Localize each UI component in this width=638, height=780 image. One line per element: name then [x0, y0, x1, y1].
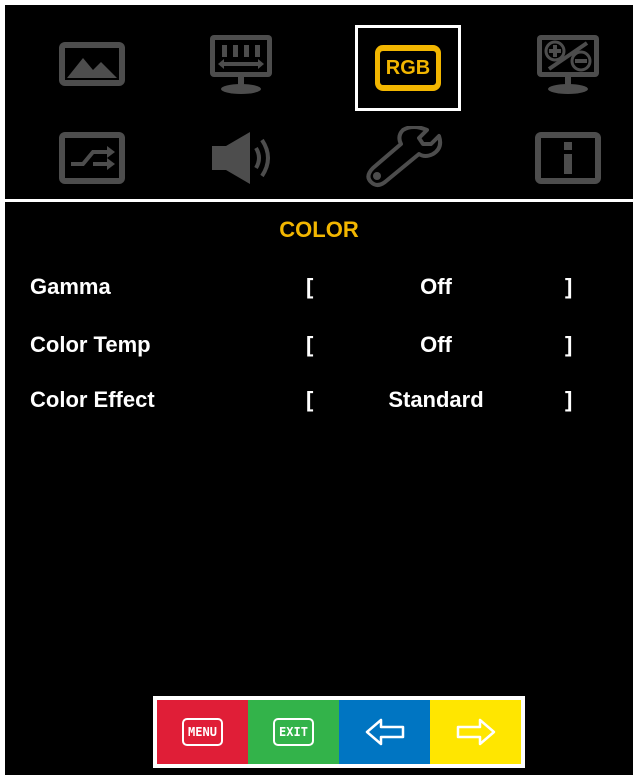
close-bracket: ]	[565, 332, 573, 357]
pip-icon	[537, 35, 599, 94]
osd-screen: RGB COLOR Gamma [Off] Color Temp [Off…	[5, 5, 633, 775]
tab-input-source[interactable]	[49, 123, 135, 193]
exit-button[interactable]: EXIT	[248, 700, 339, 764]
menu-button[interactable]: MENU	[157, 700, 248, 764]
picture-icon	[59, 42, 125, 86]
rgb-icon: RGB	[375, 45, 441, 91]
nav-button-bar: MENU EXIT	[153, 696, 525, 768]
tab-picture[interactable]	[49, 29, 135, 99]
input-source-icon	[59, 132, 125, 184]
setting-row-color-temp[interactable]: Color Temp [ Off ]	[5, 332, 633, 364]
audio-icon	[212, 132, 270, 184]
open-bracket: [	[306, 332, 314, 357]
open-bracket: [	[306, 274, 314, 299]
rgb-icon-label: RGB	[379, 51, 437, 85]
info-icon	[535, 132, 601, 184]
setting-value[interactable]: Off	[321, 274, 551, 300]
setting-row-color-effect[interactable]: Color Effect [ Standard ]	[5, 387, 633, 419]
display-size-icon	[210, 35, 272, 94]
menu-icon-grid: RGB	[5, 5, 633, 197]
tab-pip[interactable]	[525, 29, 611, 99]
setting-label: Color Effect	[30, 387, 155, 412]
exit-button-label: EXIT	[273, 718, 314, 746]
arrow-left-icon	[365, 718, 404, 746]
left-button[interactable]	[339, 700, 430, 764]
close-bracket: ]	[565, 274, 573, 299]
tab-audio[interactable]	[201, 123, 287, 193]
tab-setup[interactable]	[363, 123, 449, 193]
setting-value[interactable]: Off	[321, 332, 551, 358]
section-title: COLOR	[279, 217, 359, 242]
setting-value[interactable]: Standard	[321, 387, 551, 413]
tab-rgb[interactable]: RGB	[355, 25, 461, 111]
right-button[interactable]	[430, 700, 521, 764]
menu-divider	[5, 199, 633, 202]
setting-label: Gamma	[30, 274, 111, 299]
setting-row-gamma[interactable]: Gamma [ Off ]	[5, 274, 633, 306]
setting-label: Color Temp	[30, 332, 151, 357]
arrow-right-icon	[456, 718, 495, 746]
menu-button-label: MENU	[182, 718, 223, 746]
tab-info[interactable]	[525, 123, 611, 193]
setup-wrench-icon	[366, 126, 443, 187]
close-bracket: ]	[565, 387, 573, 412]
tab-display-size[interactable]	[198, 29, 284, 99]
open-bracket: [	[306, 387, 314, 412]
